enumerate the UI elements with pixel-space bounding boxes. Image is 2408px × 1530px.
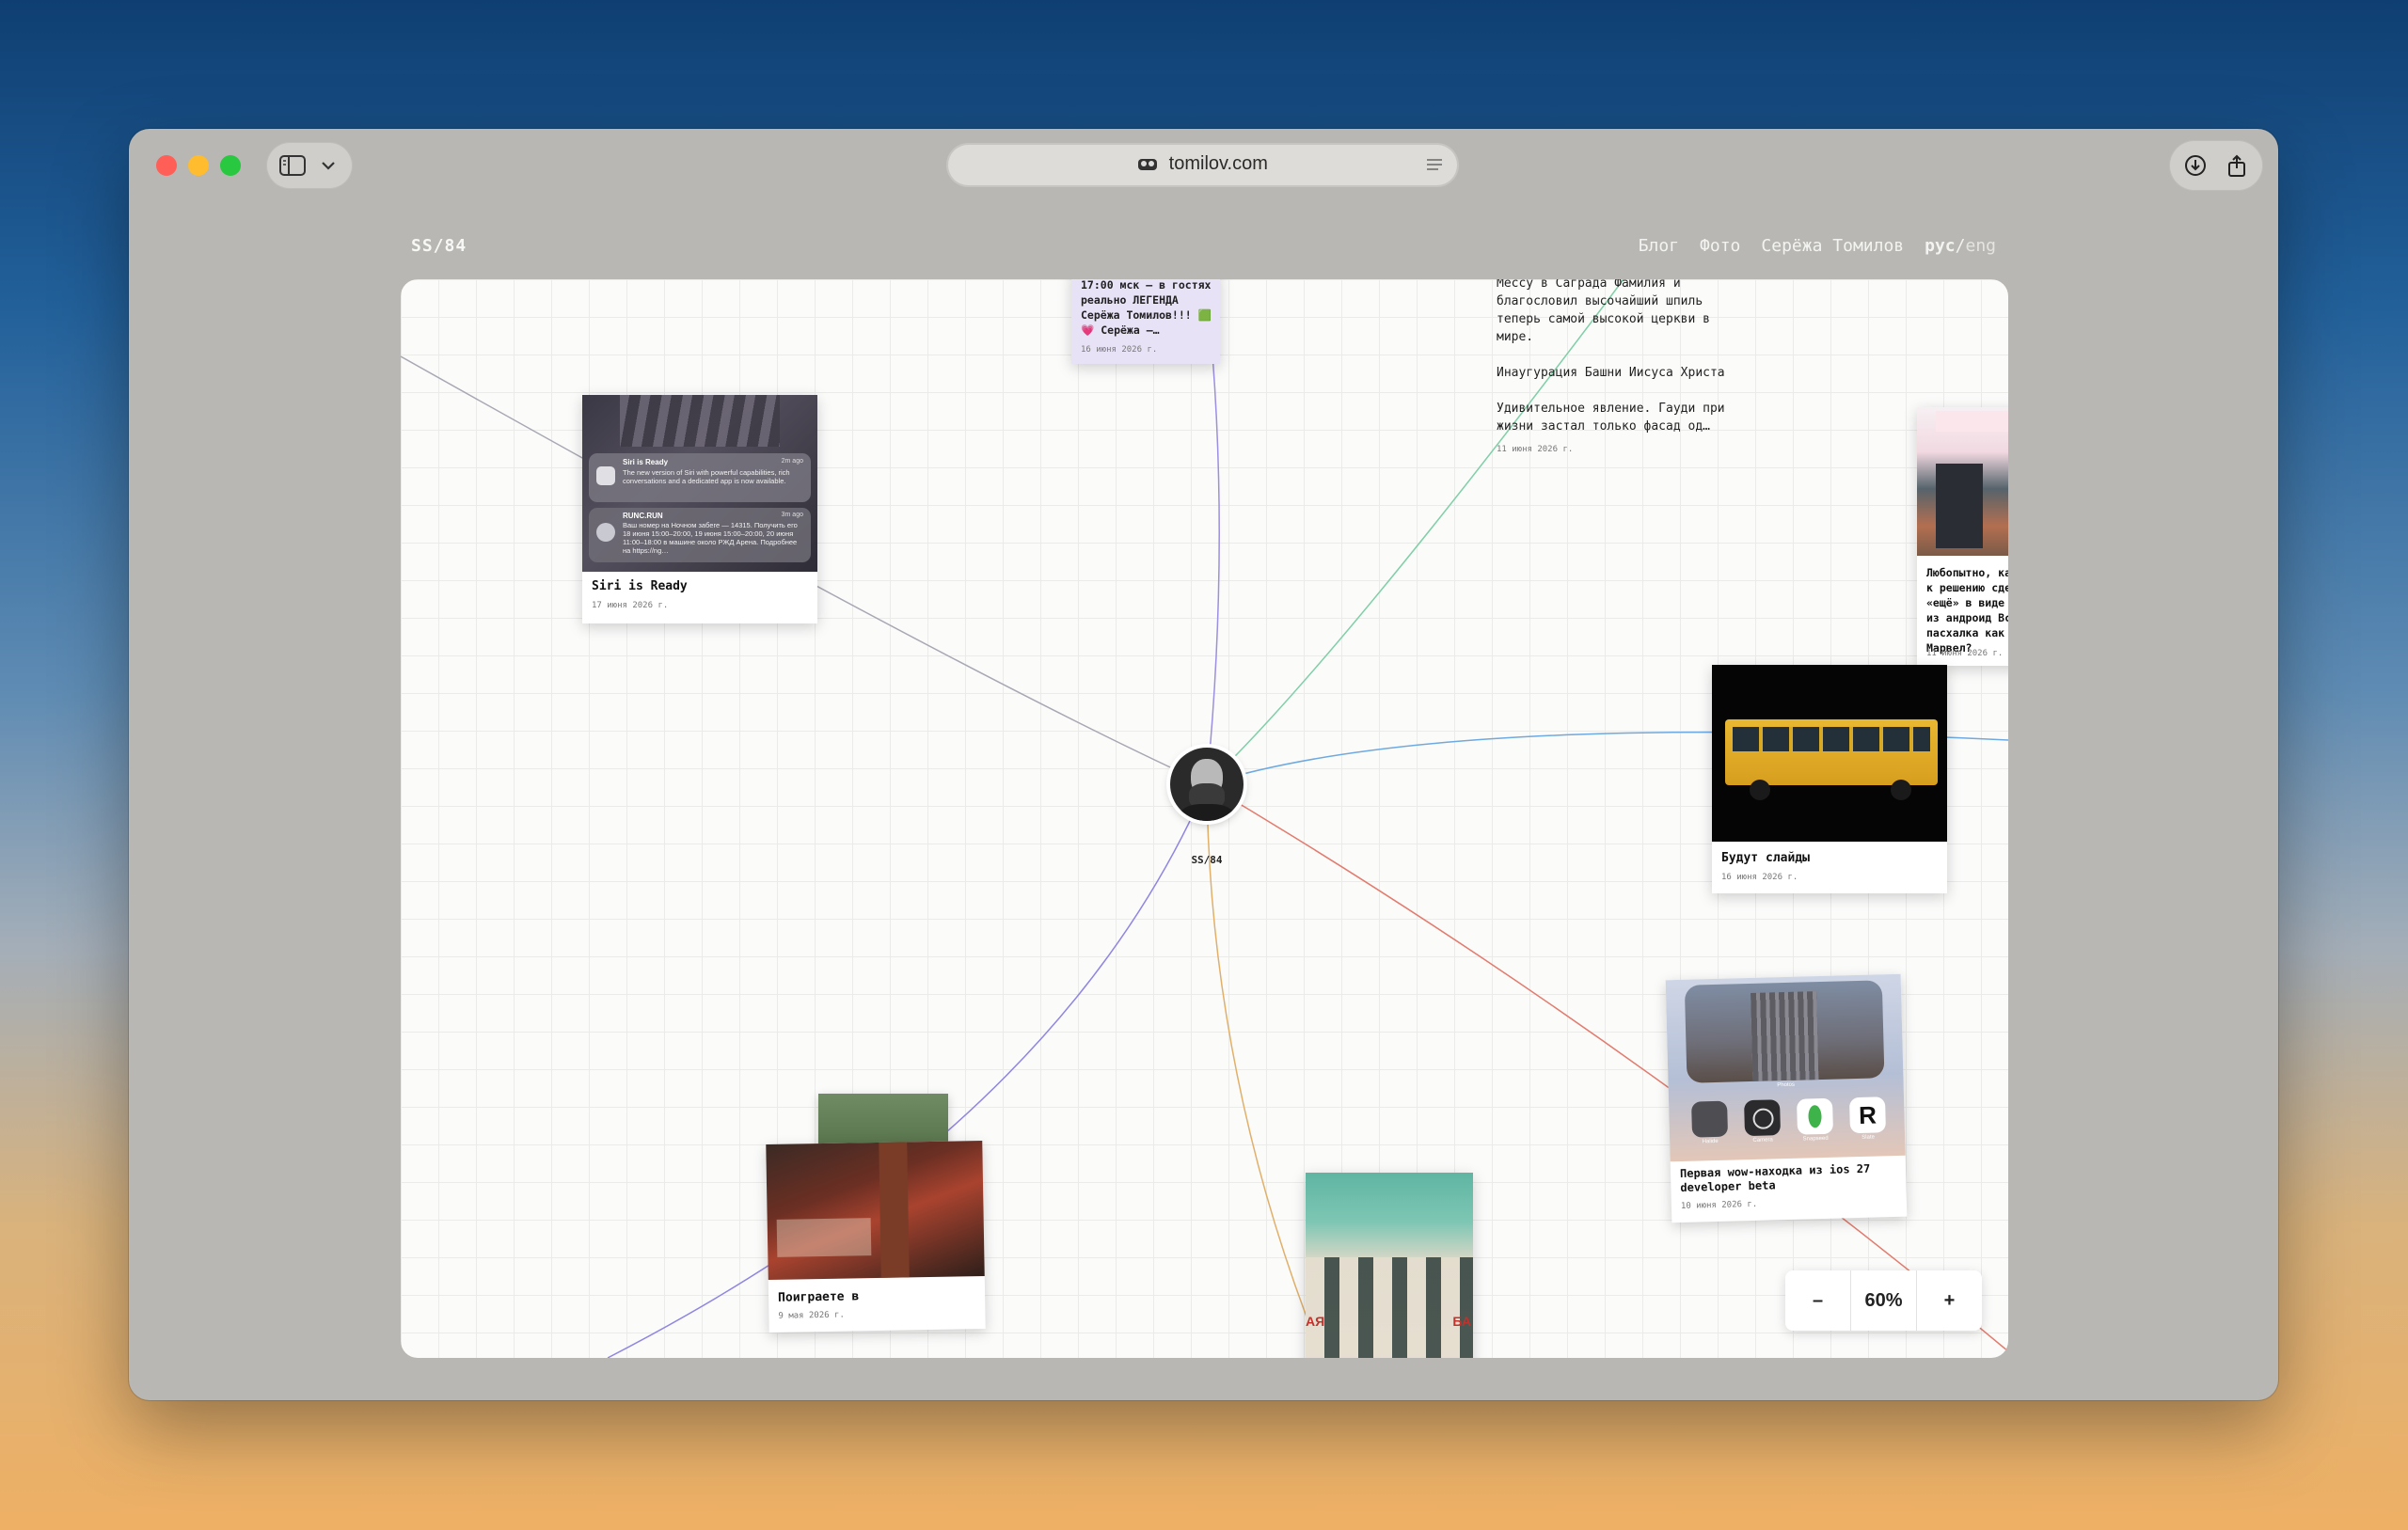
post-image-building: АЯ БА xyxy=(1306,1173,1473,1358)
toolbar-right-group xyxy=(2169,140,2263,191)
app-label: Halide xyxy=(1702,1138,1719,1145)
site-favicon-icon xyxy=(1138,159,1158,170)
runc-icon xyxy=(596,523,615,542)
share-icon[interactable] xyxy=(2226,154,2248,177)
notif-text: The new version of Siri with powerful ca… xyxy=(623,468,790,485)
building-sign-right: БА xyxy=(1452,1314,1471,1329)
notif-time: 2m ago xyxy=(781,458,803,465)
chevron-down-icon[interactable] xyxy=(321,160,336,171)
zoom-control: – 60% + xyxy=(1785,1270,1982,1331)
camera-icon xyxy=(1744,1099,1782,1137)
post-title: Будут слайды xyxy=(1721,851,1810,865)
nav-blog[interactable]: Блог xyxy=(1639,236,1679,256)
lang-ru-link[interactable]: рус xyxy=(1925,236,1956,256)
post-title: Любопытно, как к решению сдел «ещё» в ви… xyxy=(1926,566,2008,655)
notif-text: Ваш номер на Ночном забеге — 14315. Полу… xyxy=(623,521,798,555)
minimize-window-button[interactable] xyxy=(188,155,209,176)
post-text: 17:00 мск — в гостях реально ЛЕГЕНДА Сер… xyxy=(1081,279,1212,337)
zoom-in-button[interactable]: + xyxy=(1917,1290,1982,1312)
notification-runc: RUNC.RUN 3m ago Ваш номер на Ночном забе… xyxy=(589,508,811,562)
site-nav: Блог Фото Серёжа Томилов рус / eng xyxy=(1618,236,1996,256)
photos-widget xyxy=(1684,980,1885,1083)
post-card-siri[interactable]: Siri is Ready 2m ago The new version of … xyxy=(582,395,817,623)
app-label: Camera xyxy=(1752,1137,1773,1144)
fullscreen-window-button[interactable] xyxy=(220,155,241,176)
post-date: 10 июня 2026 г. xyxy=(1680,1199,1758,1211)
post-image-play xyxy=(766,1141,985,1281)
post-title: Siri is Ready xyxy=(592,579,688,593)
post-text: Удивительное явление. Гауди при жизни за… xyxy=(1497,402,1725,434)
post-title: Первая wow-находка из ios 27 developer b… xyxy=(1679,1161,1871,1194)
notif-app-name: RUNC.RUN xyxy=(623,512,663,520)
app-label: Slate xyxy=(1861,1134,1876,1141)
zoom-out-button[interactable]: – xyxy=(1785,1290,1850,1312)
sidebar-toggle-button[interactable] xyxy=(266,142,353,189)
post-note-sagrada[interactable]: Мессу в Саграда Фамилия и благословил вы… xyxy=(1497,279,1727,459)
post-card-android[interactable]: Любопытно, как к решению сдел «ещё» в ви… xyxy=(1917,407,2008,666)
graph-canvas[interactable]: Siri is Ready 2m ago The new version of … xyxy=(401,279,2008,1358)
snapseed-icon xyxy=(1797,1097,1834,1135)
post-card-play[interactable]: Поиграете в 9 мая 2026 г. xyxy=(766,1141,986,1333)
sidebar-icon xyxy=(279,155,306,176)
post-image-siri: Siri is Ready 2m ago The new version of … xyxy=(582,395,817,572)
lang-en-link[interactable]: eng xyxy=(1965,236,1996,256)
post-text: Инаугурация Башни Иисуса Христа xyxy=(1497,366,1725,380)
post-image-android xyxy=(1917,407,2008,556)
post-date: 17 июня 2026 г. xyxy=(592,601,669,610)
notif-time: 3m ago xyxy=(781,512,803,518)
nav-author[interactable]: Серёжа Томилов xyxy=(1761,236,1904,256)
center-avatar[interactable] xyxy=(1170,748,1244,821)
close-window-button[interactable] xyxy=(156,155,177,176)
post-title: Поиграете в xyxy=(777,1289,860,1305)
post-date: 11 июня 2026 г. xyxy=(1497,445,1574,454)
building-sign-left: АЯ xyxy=(1306,1314,1325,1329)
post-date: 16 июня 2026 г. xyxy=(1721,873,1798,882)
notification-siri: Siri is Ready 2m ago The new version of … xyxy=(589,453,811,502)
nav-photo[interactable]: Фото xyxy=(1700,236,1740,256)
post-image-bus xyxy=(1712,665,1947,842)
reader-mode-icon[interactable] xyxy=(1425,156,1444,173)
lang-separator: / xyxy=(1955,236,1966,256)
site-logo[interactable]: SS/84 xyxy=(411,236,467,256)
post-image-ios: Photos R Halide Camera Snapseed Slate xyxy=(1665,973,1906,1162)
downloads-icon[interactable] xyxy=(2184,154,2207,177)
slate-icon: R xyxy=(1849,1096,1886,1134)
post-card-legend[interactable]: 17:00 мск — в гостях реально ЛЕГЕНДА Сер… xyxy=(1071,279,1220,364)
post-card-building[interactable]: АЯ БА xyxy=(1306,1173,1473,1358)
app-label: Snapseed xyxy=(1802,1135,1829,1143)
browser-window: tomilov.com SS/84 Блог Фото Серёжа Томил… xyxy=(129,129,2278,1400)
post-card-ios[interactable]: Photos R Halide Camera Snapseed Slate Пе… xyxy=(1665,973,1908,1223)
notif-app-name: Siri is Ready xyxy=(623,458,669,466)
zoom-level: 60% xyxy=(1850,1270,1917,1331)
post-date: 16 июня 2026 г. xyxy=(1081,345,1158,355)
url-text: tomilov.com xyxy=(1168,153,1268,174)
post-text: Мессу в Саграда Фамилия и благословил вы… xyxy=(1497,279,1710,344)
post-card-bus[interactable]: Будут слайды 16 июня 2026 г. xyxy=(1712,665,1947,893)
post-date: 11 июня 2026 г. xyxy=(1926,649,2004,658)
address-bar[interactable]: tomilov.com xyxy=(946,143,1459,187)
siri-icon xyxy=(596,466,615,485)
connection-line-legend xyxy=(1206,354,1220,785)
post-date: 9 мая 2026 г. xyxy=(778,1310,845,1321)
halide-icon xyxy=(1691,1100,1729,1138)
center-label: SS/84 xyxy=(1191,854,1223,866)
